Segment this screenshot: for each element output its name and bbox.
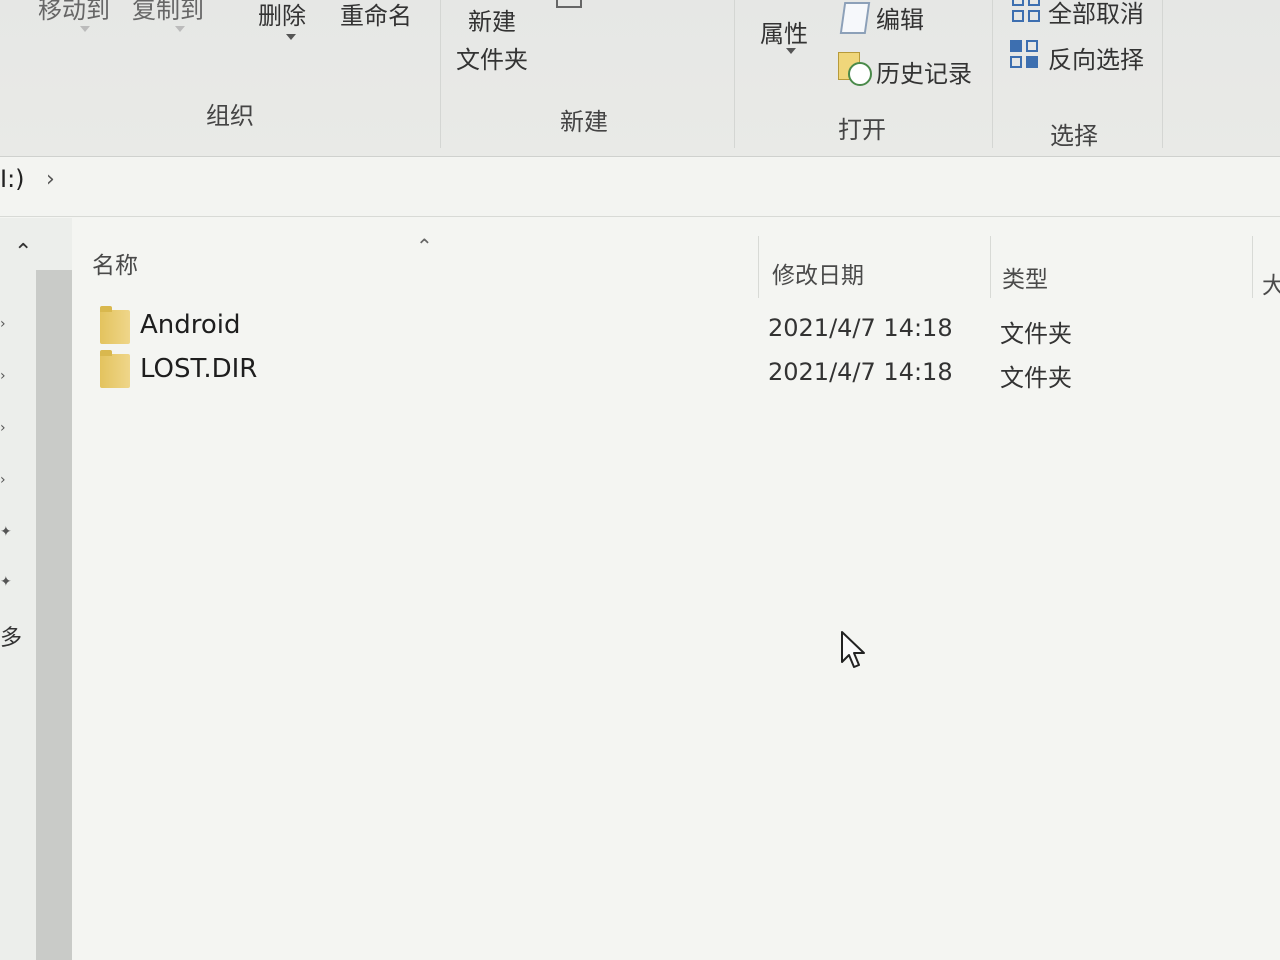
properties-dropdown-icon[interactable] (786, 48, 796, 54)
ribbon: 移动到 复制到 删除 重命名 组织 新建 文件夹 新建 属性 编辑 历史记录 打… (0, 0, 1280, 157)
pin-icon: ✦ (0, 524, 12, 540)
select-none-icon (1012, 0, 1042, 24)
nav-scrollbar[interactable] (36, 270, 72, 960)
group-label-select: 选择 (1050, 122, 1098, 150)
ribbon-separator (1162, 0, 1163, 148)
new-folder-label-line2: 文件夹 (456, 46, 528, 74)
move-to-dropdown-icon[interactable] (80, 26, 90, 32)
delete-button[interactable]: 删除 (258, 0, 306, 31)
chevron-up-icon[interactable]: ⌃ (14, 240, 32, 265)
column-header-modified[interactable]: 修改日期 (772, 256, 864, 290)
file-row[interactable]: Android 2021/4/7 14:18 文件夹 (96, 306, 1196, 348)
pin-icon: › (0, 420, 6, 436)
delete-dropdown-icon[interactable] (286, 34, 296, 40)
group-label-new: 新建 (560, 108, 608, 136)
pin-icon: ✦ (0, 574, 12, 590)
file-row[interactable]: LOST.DIR 2021/4/7 14:18 文件夹 (96, 350, 1196, 392)
invert-selection-icon (1010, 40, 1040, 70)
file-name: Android (140, 310, 241, 340)
ribbon-separator (992, 0, 993, 148)
column-header-type[interactable]: 类型 (1002, 260, 1048, 294)
folder-icon (100, 350, 130, 388)
file-modified: 2021/4/7 14:18 (768, 314, 953, 342)
column-header-name[interactable]: 名称 (92, 246, 138, 280)
column-divider[interactable] (990, 236, 991, 298)
folder-icon (100, 306, 130, 344)
copy-to-button[interactable]: 复制到 (132, 0, 204, 25)
edit-button[interactable]: 编辑 (876, 0, 924, 35)
group-label-organize: 组织 (206, 102, 254, 130)
column-divider[interactable] (758, 236, 759, 298)
pin-icon: › (0, 472, 6, 488)
file-type: 文件夹 (1000, 364, 1072, 392)
mouse-cursor-icon (841, 631, 865, 668)
file-modified: 2021/4/7 14:18 (768, 358, 953, 386)
address-path[interactable]: I:) (0, 165, 25, 193)
pin-icon: › (0, 316, 6, 332)
edit-icon (839, 2, 871, 34)
ribbon-separator (734, 0, 735, 148)
select-none-button[interactable]: 全部取消 (1048, 0, 1144, 29)
column-divider[interactable] (1252, 236, 1253, 298)
invert-selection-button[interactable]: 反向选择 (1048, 40, 1144, 75)
address-bar[interactable] (0, 158, 1280, 217)
copy-to-dropdown-icon[interactable] (175, 26, 185, 32)
file-name: LOST.DIR (140, 354, 258, 384)
history-icon (838, 52, 872, 86)
ribbon-separator (440, 0, 441, 148)
pin-icon: › (0, 368, 6, 384)
properties-button[interactable]: 属性 (760, 14, 808, 49)
file-type: 文件夹 (1000, 320, 1072, 348)
new-item-icon[interactable] (556, 0, 582, 8)
nav-item-label[interactable]: 多 (0, 620, 22, 652)
rename-button[interactable]: 重命名 (340, 0, 412, 31)
new-folder-label-line1: 新建 (468, 8, 516, 36)
history-button[interactable]: 历史记录 (876, 54, 972, 89)
move-to-button[interactable]: 移动到 (38, 0, 110, 25)
breadcrumb-chevron-icon[interactable]: › (46, 167, 55, 192)
sort-ascending-icon: ⌃ (416, 234, 433, 258)
column-header-size[interactable]: 大 (1262, 266, 1280, 300)
group-label-open: 打开 (838, 116, 886, 144)
